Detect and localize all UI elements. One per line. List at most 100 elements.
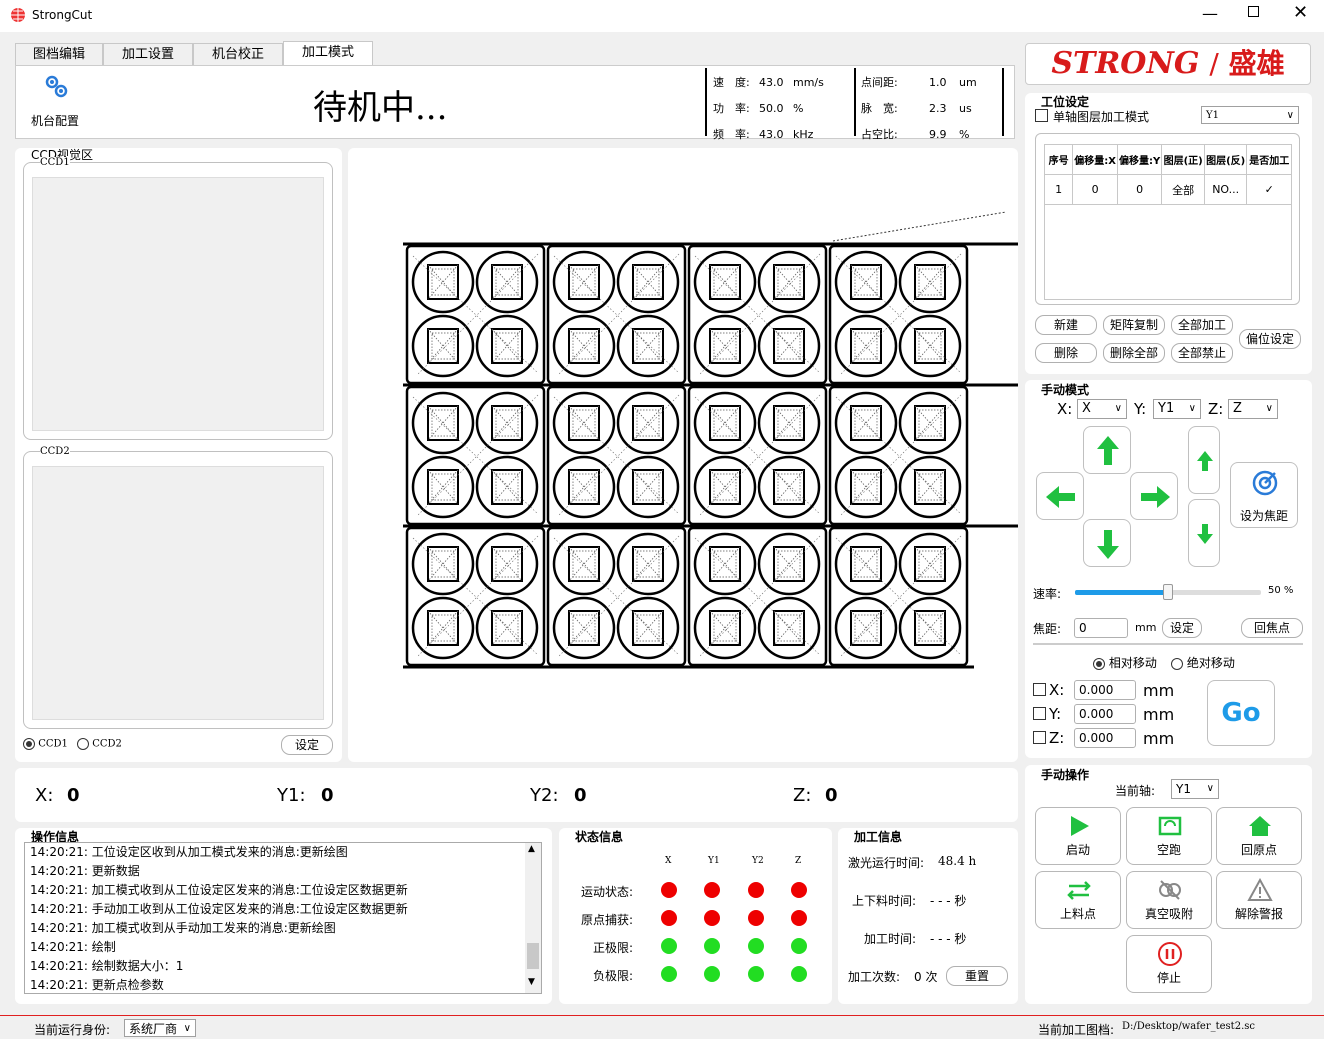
single-axis-checkbox[interactable] <box>1035 109 1048 122</box>
move-z-checkbox[interactable] <box>1033 731 1046 744</box>
status-indicator <box>704 938 720 954</box>
current-axis-select[interactable]: Y1 <box>1171 779 1219 799</box>
z-axis-select[interactable]: Z <box>1228 399 1278 419</box>
matrix-copy-button[interactable]: 矩阵复制 <box>1103 315 1165 335</box>
role-select[interactable]: 系统厂商 <box>124 1019 196 1038</box>
table-header-cell: 偏移量:Y <box>1116 144 1163 175</box>
status-indicator <box>748 910 764 926</box>
die-circle <box>898 532 962 596</box>
coord-y2-value: 0 <box>574 785 587 806</box>
die-pattern <box>568 328 600 364</box>
offset-settings-button[interactable]: 偏位设定 <box>1239 329 1301 349</box>
drawing-canvas[interactable] <box>348 148 1018 762</box>
rate-slider[interactable] <box>1075 584 1261 600</box>
die-circle <box>552 532 616 596</box>
start-button[interactable]: 启动 <box>1035 807 1121 865</box>
status-indicator <box>791 882 807 898</box>
focus-input[interactable]: 0 <box>1074 618 1128 638</box>
top-panel: 机台配置 待机中... 速 度: 43.0 mm/s 功 率: 50.0% 频 率: 4… <box>15 65 1015 141</box>
move-y-input[interactable]: 0.000 <box>1074 704 1136 724</box>
tab-process-settings[interactable]: 加工设置 <box>103 43 193 65</box>
status-indicator <box>661 938 677 954</box>
die-circle <box>898 314 962 378</box>
title-bar: StrongCut — ✕ <box>0 0 1324 32</box>
stop-button[interactable]: 停止 <box>1126 935 1212 993</box>
table-cell[interactable]: ✓ <box>1246 174 1292 205</box>
absolute-move-radio[interactable]: 绝对移动 <box>1171 654 1235 671</box>
y-up-button[interactable] <box>1083 426 1131 474</box>
station-panel: 工位设定 单轴图层加工模式 Y1 序号偏移量:X偏移量:Y图层(正)图层(反)是… <box>1025 93 1312 374</box>
ccd2-radio[interactable]: CCD2 <box>77 738 122 750</box>
move-x-input[interactable]: 0.000 <box>1074 680 1136 700</box>
x-axis-select[interactable]: X <box>1077 399 1127 419</box>
die-pattern <box>709 328 741 364</box>
laser-time-value: 48.4 h <box>938 854 977 868</box>
log-line: 14:20:21: 绘制数据大小：1 <box>30 959 184 973</box>
delete-button[interactable]: 删除 <box>1035 343 1097 363</box>
axis-select[interactable]: Y1 <box>1201 106 1299 125</box>
go-button[interactable]: Go <box>1207 680 1275 746</box>
ccd-settings-button[interactable]: 设定 <box>281 735 333 755</box>
machine-config-label[interactable]: 机台配置 <box>31 112 79 129</box>
reset-button[interactable]: 重置 <box>946 966 1008 986</box>
die-pattern <box>850 546 882 582</box>
scroll-up-icon[interactable]: ▲ <box>528 844 535 854</box>
die-pattern <box>709 469 741 505</box>
dry-run-button[interactable]: 空跑 <box>1126 807 1212 865</box>
move-y-checkbox[interactable] <box>1033 707 1046 720</box>
rate-slider-handle[interactable] <box>1163 584 1173 600</box>
table-header-cell: 偏移量:X <box>1072 144 1118 175</box>
die-pattern <box>709 546 741 582</box>
tab-machine-calibration[interactable]: 机台校正 <box>193 43 283 65</box>
die-pattern <box>850 328 882 364</box>
vacuum-button[interactable]: 真空吸附 <box>1126 871 1212 929</box>
status-bar: 当前运行身份: 系统厂商 当前加工图档: D:/Desktop/wafer_te… <box>0 1015 1324 1039</box>
link-broken-icon <box>1159 880 1181 900</box>
move-z-input[interactable]: 0.000 <box>1074 728 1136 748</box>
maximize-icon[interactable] <box>1248 6 1259 17</box>
wafer-drawing <box>403 211 1018 669</box>
die-pattern <box>773 546 805 582</box>
z-up-button[interactable] <box>1188 426 1220 494</box>
y-down-button[interactable] <box>1083 519 1131 567</box>
die-pattern <box>491 546 523 582</box>
clear-alarm-button[interactable]: 解除警报 <box>1216 871 1302 929</box>
all-disable-button[interactable]: 全部禁止 <box>1171 343 1233 363</box>
load-point-button[interactable]: 上料点 <box>1035 871 1121 929</box>
close-icon[interactable]: ✕ <box>1293 2 1308 23</box>
relative-move-radio[interactable]: 相对移动 <box>1093 654 1157 671</box>
coordinate-bar: X: 0 Y1: 0 Y2: 0 Z: 0 <box>15 768 1018 822</box>
z-down-button[interactable] <box>1188 499 1220 567</box>
ccd1-radio[interactable]: CCD1 <box>23 738 68 750</box>
new-button[interactable]: 新建 <box>1035 315 1097 335</box>
delete-all-button[interactable]: 删除全部 <box>1103 343 1165 363</box>
die-pattern <box>914 405 946 441</box>
die-circle <box>475 250 539 314</box>
die-pattern <box>427 264 459 300</box>
gears-icon[interactable] <box>42 72 70 100</box>
status-indicator <box>791 910 807 926</box>
minimize-icon[interactable]: — <box>1202 4 1218 23</box>
focus-set-button[interactable]: 设定 <box>1162 618 1202 638</box>
oplog-scrollbar[interactable]: ▲ ▼ <box>525 843 541 993</box>
scroll-thumb[interactable] <box>527 943 539 969</box>
oplog-list[interactable]: 14:20:21: 工位设定区收到从加工模式发来的消息:更新绘图 14:20:21… <box>24 842 542 994</box>
status-main: 待机中... <box>313 88 448 128</box>
move-x-checkbox[interactable] <box>1033 683 1046 696</box>
log-line: 14:20:21: 加工模式收到从工位设定区发来的消息:工位设定区数据更新 <box>30 883 408 897</box>
home-button[interactable]: 回原点 <box>1216 807 1302 865</box>
scroll-down-icon[interactable]: ▼ <box>528 977 535 987</box>
x-left-button[interactable] <box>1036 472 1084 520</box>
status-indicator <box>704 910 720 926</box>
coord-z-value: 0 <box>825 785 838 806</box>
state-panel: 状态信息 X Y1 Y2 Z 运动状态: 原点捕获: 正极限: 负极限: <box>559 828 832 1004</box>
y-axis-select[interactable]: Y1 <box>1153 399 1201 419</box>
param-divider-3 <box>1002 68 1004 136</box>
return-focus-button[interactable]: 回焦点 <box>1241 618 1303 638</box>
x-right-button[interactable] <box>1130 472 1178 520</box>
tab-graphic-edit[interactable]: 图档编辑 <box>15 43 103 65</box>
state-row-label: 负极限: <box>592 969 633 983</box>
tab-process-mode[interactable]: 加工模式 <box>283 41 373 65</box>
all-process-button[interactable]: 全部加工 <box>1171 315 1233 335</box>
set-focus-button[interactable]: 设为焦距 <box>1230 462 1298 528</box>
